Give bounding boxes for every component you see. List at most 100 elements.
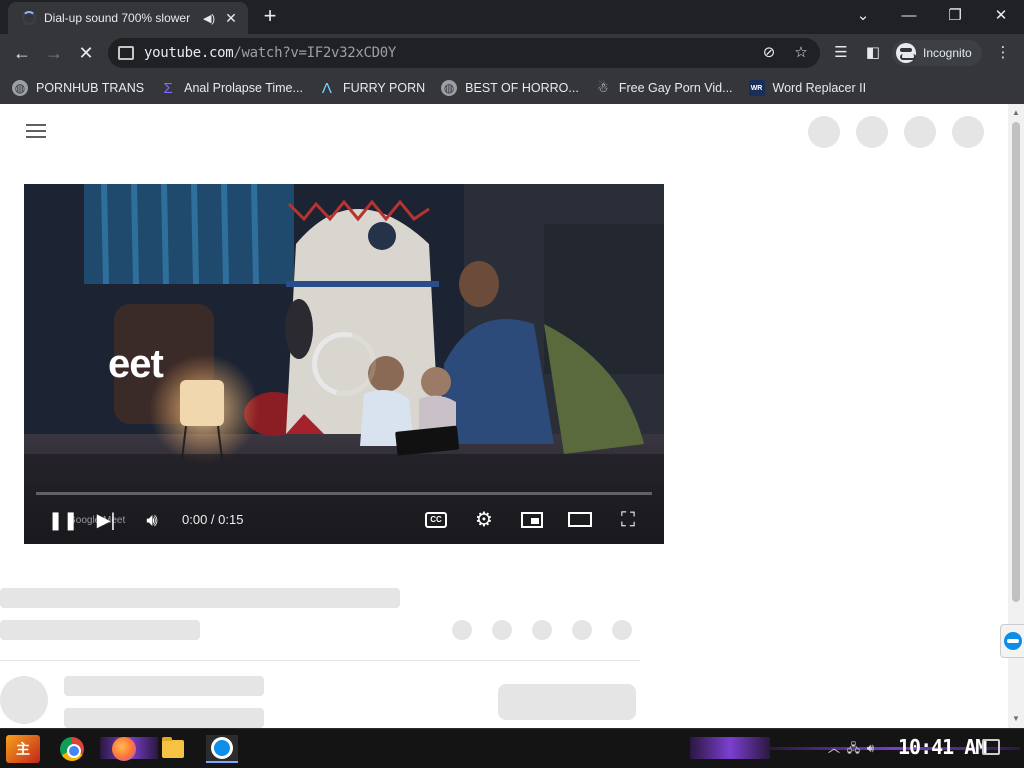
tab-title: Dial-up sound 700% slower bbox=[44, 11, 191, 25]
youtube-page: eet Google Meet ❚❚ ▶| 🔊︎ 0:00 / 0:15 CC … bbox=[0, 104, 1008, 728]
stop-loading-button[interactable]: ✕ bbox=[72, 40, 100, 66]
lambda-icon: Λ bbox=[321, 79, 332, 97]
action-placeholder bbox=[532, 620, 552, 640]
notification-icon[interactable] bbox=[982, 739, 1000, 755]
header-placeholder-circle bbox=[808, 116, 840, 148]
address-bar[interactable]: youtube.com/watch?v=IF2v32xCD0Y ⊘ ☆ bbox=[108, 38, 820, 68]
firefox-icon bbox=[112, 737, 136, 761]
incognito-icon bbox=[896, 43, 916, 63]
network-icon[interactable]: 🖧︎ bbox=[847, 741, 860, 755]
url-text: youtube.com/watch?v=IF2v32xCD0Y bbox=[144, 45, 396, 61]
bookmark-label: PORNHUB TRANS bbox=[36, 81, 145, 95]
globe-icon: ◍ bbox=[12, 80, 28, 96]
video-overlay-text: eet bbox=[108, 342, 164, 386]
bookmark-label: BEST OF HORRO... bbox=[465, 81, 579, 95]
video-controls: Google Meet ❚❚ ▶| 🔊︎ 0:00 / 0:15 CC ⚙ ⛶ bbox=[24, 500, 664, 540]
miniplayer-icon[interactable] bbox=[520, 508, 544, 532]
minimize-button[interactable]: — bbox=[894, 4, 924, 28]
section-divider bbox=[0, 660, 640, 661]
tab-strip: Dial-up sound 700% slower ◀) ✕ + ⌄ — ❐ ✕ bbox=[0, 0, 1024, 34]
bookmark-item[interactable]: ◍ PORNHUB TRANS bbox=[12, 80, 144, 96]
volume-icon[interactable]: 🔊︎ bbox=[140, 508, 164, 532]
scroll-down-arrow-icon[interactable]: ▼ bbox=[1011, 714, 1021, 723]
wr-icon: WR bbox=[748, 80, 765, 96]
channel-name-placeholder bbox=[64, 676, 264, 696]
subscribe-placeholder bbox=[498, 684, 636, 720]
sigma-icon: Σ bbox=[163, 79, 173, 97]
bookmark-item[interactable]: Σ Anal Prolapse Time... bbox=[160, 79, 303, 97]
bookmark-label: FURRY PORN bbox=[342, 81, 426, 95]
bookmark-label: Free Gay Porn Vid... bbox=[618, 81, 733, 95]
start-button[interactable]: 主 bbox=[6, 735, 40, 763]
video-player[interactable]: eet Google Meet ❚❚ ▶| 🔊︎ 0:00 / 0:15 CC … bbox=[24, 184, 664, 544]
channel-meta-placeholder bbox=[64, 708, 264, 728]
site-info-icon[interactable] bbox=[118, 46, 134, 60]
bookmark-item[interactable]: ☃ Free Gay Porn Vid... bbox=[595, 80, 733, 96]
restore-button[interactable]: ❐ bbox=[940, 4, 970, 28]
browser-tab[interactable]: Dial-up sound 700% slower ◀) ✕ bbox=[8, 2, 248, 34]
globe-icon: ◍ bbox=[441, 80, 458, 96]
fullscreen-icon[interactable]: ⛶ bbox=[616, 508, 640, 532]
title-placeholder bbox=[0, 588, 400, 608]
teamviewer-icon bbox=[211, 737, 233, 759]
header-placeholder-circle bbox=[952, 116, 984, 148]
teamviewer-icon bbox=[1004, 632, 1022, 650]
taskbar-firefox[interactable] bbox=[108, 735, 140, 763]
url-host: youtube.com bbox=[144, 45, 234, 61]
subtitle-placeholder bbox=[0, 620, 200, 640]
incognito-label: Incognito bbox=[923, 46, 972, 60]
window-close-button[interactable]: ✕ bbox=[986, 4, 1016, 28]
speaker-icon[interactable]: ◀) bbox=[200, 12, 218, 25]
system-tray[interactable]: ︿ 🖧︎ 🔊︎ bbox=[828, 739, 874, 760]
pause-icon[interactable]: ❚❚ bbox=[48, 508, 78, 532]
action-placeholder bbox=[492, 620, 512, 640]
tab-close-icon[interactable]: ✕ bbox=[222, 10, 240, 27]
teamviewer-side-panel[interactable] bbox=[1000, 624, 1024, 658]
taskbar-decoration bbox=[690, 737, 770, 759]
settings-gear-icon[interactable]: ⚙ bbox=[472, 508, 496, 532]
taskbar-chrome[interactable] bbox=[56, 735, 88, 763]
url-path: /watch?v=IF2v32xCD0Y bbox=[233, 45, 396, 61]
bookmark-item[interactable]: WR Word Replacer II bbox=[748, 80, 867, 96]
new-tab-button[interactable]: + bbox=[258, 4, 282, 28]
captions-icon[interactable]: CC bbox=[424, 508, 448, 532]
scroll-up-arrow-icon[interactable]: ▲ bbox=[1011, 108, 1021, 117]
video-time: 0:00 / 0:15 bbox=[182, 512, 244, 527]
forward-button[interactable]: → bbox=[40, 40, 68, 66]
header-placeholder-circle bbox=[856, 116, 888, 148]
loading-spinner-icon bbox=[22, 11, 36, 25]
incognito-badge[interactable]: Incognito bbox=[892, 40, 982, 66]
theater-mode-icon[interactable] bbox=[568, 508, 592, 532]
action-placeholder bbox=[452, 620, 472, 640]
tab-search-chevron-icon[interactable]: ⌄ bbox=[848, 4, 878, 28]
action-placeholder bbox=[572, 620, 592, 640]
robot-icon: ☃ bbox=[596, 80, 609, 95]
channel-avatar-placeholder bbox=[0, 676, 48, 724]
browser-toolbar: ← → ✕ youtube.com/watch?v=IF2v32xCD0Y ⊘ … bbox=[0, 34, 1024, 72]
bookmark-label: Word Replacer II bbox=[772, 81, 867, 95]
taskbar-clock[interactable]: 10:41 AM bbox=[898, 735, 987, 759]
volume-tray-icon[interactable]: 🔊︎ bbox=[867, 741, 875, 755]
bookmark-item[interactable]: Λ FURRY PORN bbox=[319, 79, 426, 97]
folder-icon bbox=[162, 737, 184, 758]
bookmark-star-icon[interactable]: ☆ bbox=[792, 44, 810, 62]
scroll-thumb[interactable] bbox=[1012, 122, 1020, 602]
bookmark-item[interactable]: ◍ BEST OF HORRO... bbox=[441, 80, 579, 96]
hamburger-menu-icon[interactable] bbox=[26, 124, 46, 140]
bookmark-label: Anal Prolapse Time... bbox=[184, 81, 303, 95]
header-placeholder-circle bbox=[904, 116, 936, 148]
video-progress-bar[interactable] bbox=[36, 492, 652, 495]
back-button[interactable]: ← bbox=[8, 40, 36, 66]
action-placeholder bbox=[612, 620, 632, 640]
taskbar-file-explorer[interactable] bbox=[157, 735, 189, 763]
eye-slash-icon[interactable]: ⊘ bbox=[760, 44, 778, 62]
chrome-icon bbox=[60, 737, 84, 761]
bookmarks-bar: ◍ PORNHUB TRANS Σ Anal Prolapse Time... … bbox=[0, 72, 1024, 104]
next-video-icon[interactable]: ▶| bbox=[94, 508, 118, 532]
tray-chevron-icon[interactable]: ︿ bbox=[828, 741, 840, 755]
more-menu-icon[interactable]: ⋮ bbox=[994, 44, 1012, 62]
taskbar-teamviewer[interactable] bbox=[206, 735, 238, 763]
taskbar: 主 ︿ 🖧︎ 🔊︎ 10:41 AM bbox=[0, 728, 1024, 768]
media-queue-icon[interactable]: ☰ bbox=[832, 44, 850, 62]
side-panel-icon[interactable]: ◧ bbox=[864, 44, 882, 62]
